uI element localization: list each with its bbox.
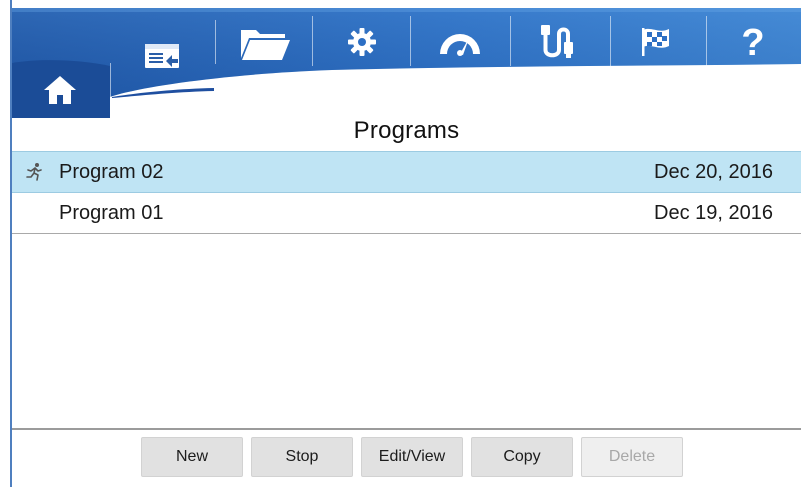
stop-button[interactable]: Stop <box>251 437 353 477</box>
program-date: Dec 19, 2016 <box>654 202 773 224</box>
page-title: Programs <box>353 117 460 144</box>
help-icon: ? <box>741 21 765 64</box>
tab-usb[interactable] <box>524 20 596 64</box>
list-item-program-01[interactable]: Program 01 Dec 19, 2016 <box>12 193 801 234</box>
usb-cable-icon <box>541 25 573 58</box>
gear-icon <box>348 28 376 56</box>
gauge-icon <box>440 34 480 56</box>
folder-icon <box>241 30 290 60</box>
program-name: Program 02 <box>59 161 164 183</box>
tab-separator <box>510 16 511 66</box>
tab-gauge[interactable] <box>424 22 496 62</box>
app-window: ? Programs Program 02 Dec 20, 2016 Progr… <box>0 0 801 487</box>
tab-files[interactable] <box>230 20 300 66</box>
copy-button[interactable]: Copy <box>471 437 573 477</box>
nav-header: ? <box>12 8 801 118</box>
list-item-program-02[interactable]: Program 02 Dec 20, 2016 <box>12 151 801 193</box>
tab-help[interactable]: ? <box>718 20 788 66</box>
tab-separator <box>110 63 111 113</box>
tab-programs[interactable] <box>122 32 202 82</box>
program-date: Dec 20, 2016 <box>654 161 773 183</box>
edit-view-button[interactable]: Edit/View <box>361 437 463 477</box>
delete-button: Delete <box>581 437 683 477</box>
tab-settings[interactable] <box>330 22 394 62</box>
tab-finish[interactable] <box>624 20 688 64</box>
new-button[interactable]: New <box>141 437 243 477</box>
tab-separator <box>410 16 411 66</box>
tab-separator <box>706 16 707 66</box>
program-list-icon <box>145 44 179 68</box>
toolbar-divider <box>12 428 801 430</box>
checkered-flag-icon <box>642 28 669 56</box>
active-tab-indicator <box>112 88 214 98</box>
home-icon <box>44 76 76 104</box>
tab-home[interactable] <box>30 70 90 110</box>
tab-separator <box>215 20 216 64</box>
program-name: Program 01 <box>59 202 164 224</box>
running-icon <box>26 163 42 181</box>
tab-separator <box>610 16 611 66</box>
program-list: Program 02 Dec 20, 2016 Program 01 Dec 1… <box>12 151 801 234</box>
tab-separator <box>312 16 313 66</box>
